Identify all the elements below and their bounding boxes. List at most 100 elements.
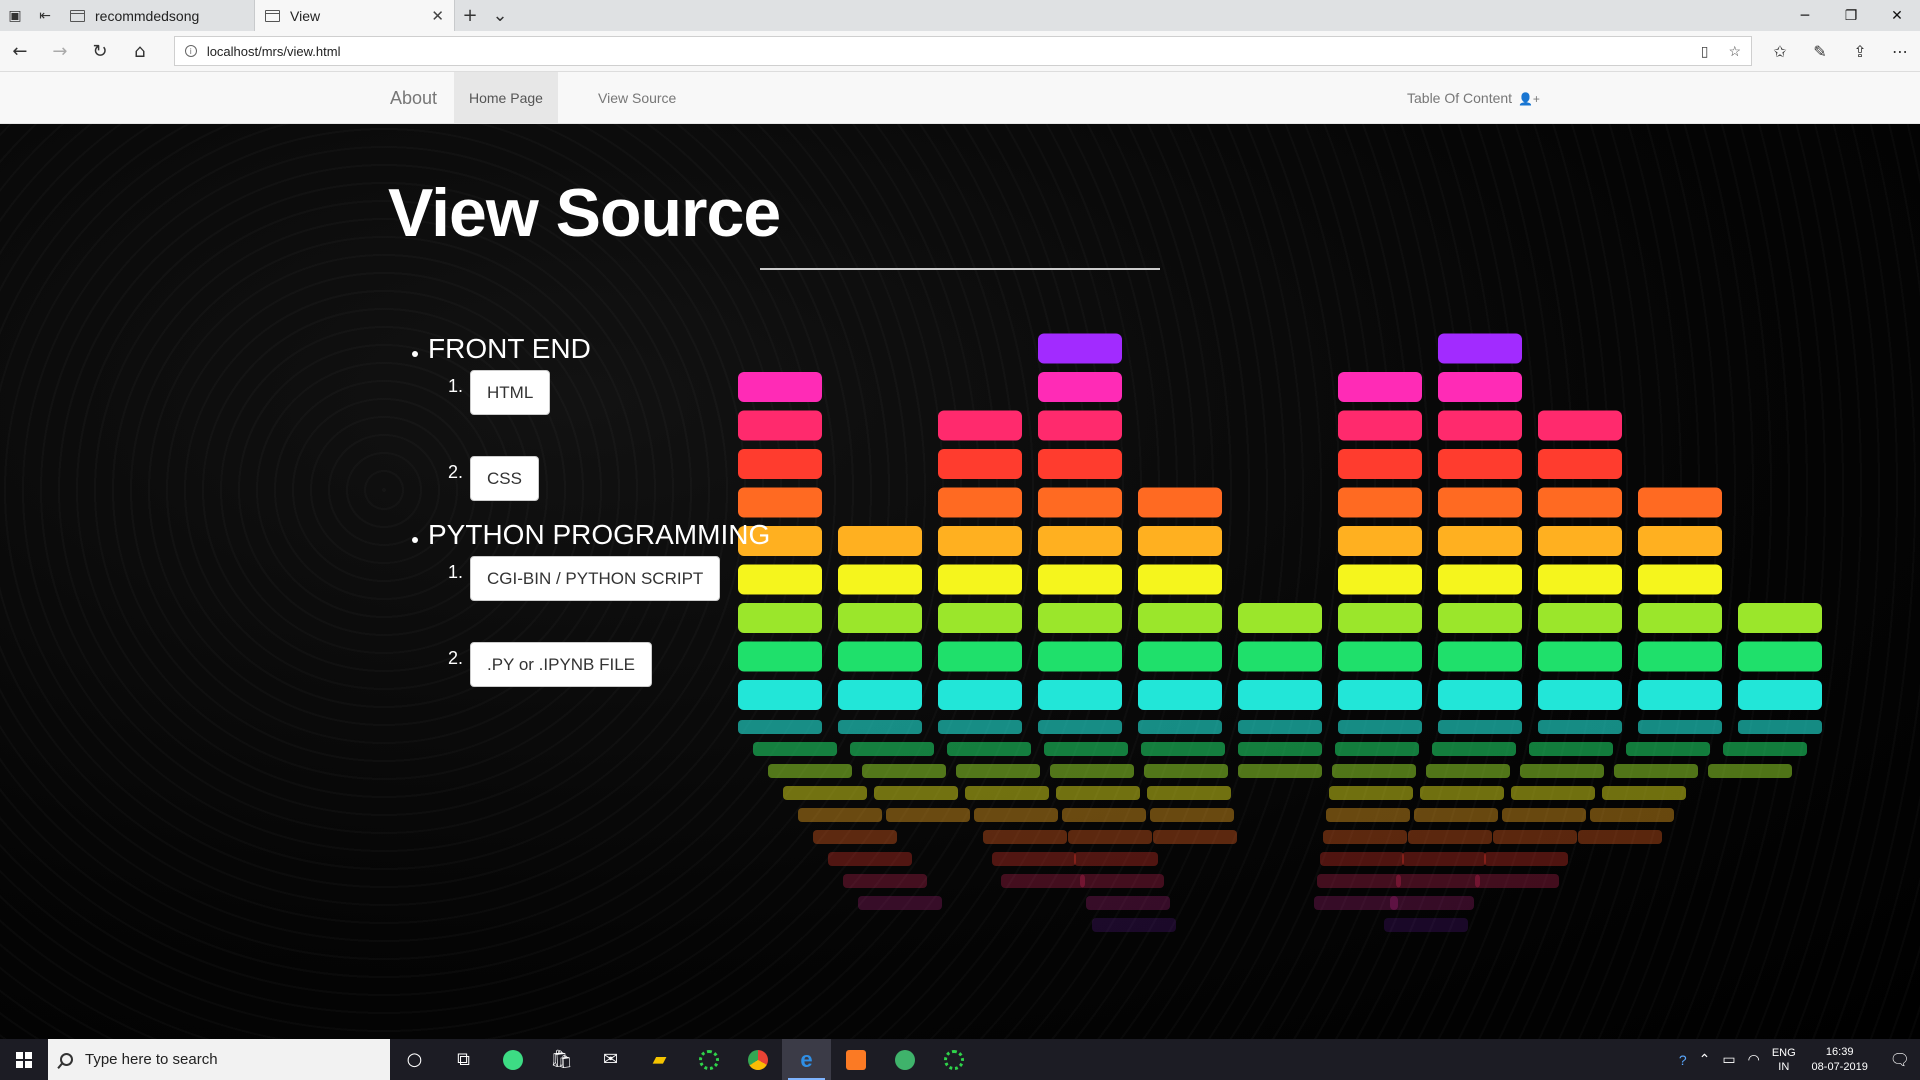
forward-icon[interactable]: → [40, 41, 80, 62]
url-text: localhost/mrs/view.html [206, 43, 341, 59]
close-icon[interactable]: ✕ [1874, 0, 1920, 31]
equalizer-reflection [1484, 852, 1568, 866]
equalizer-reflection [992, 852, 1076, 866]
equalizer-block [1538, 641, 1622, 672]
loader-app-icon-2[interactable] [929, 1039, 978, 1080]
equalizer-reflection [1384, 918, 1468, 932]
brand-link[interactable]: About [390, 72, 437, 124]
start-button[interactable] [0, 1039, 48, 1080]
tab-recommdedsong[interactable]: recommdedsong [60, 0, 255, 31]
equalizer-reflection [1326, 808, 1410, 822]
battery-icon[interactable]: ▭ [1722, 1051, 1735, 1068]
cgi-bin-button[interactable]: CGI-BIN / PYTHON SCRIPT [470, 556, 721, 601]
equalizer-block [1638, 641, 1722, 672]
equalizer-block [1038, 410, 1122, 441]
edge-icon[interactable]: e [782, 1039, 831, 1080]
mail-icon[interactable]: ✉ [586, 1039, 635, 1080]
equalizer-block [838, 641, 922, 672]
equalizer-reflection [1092, 918, 1176, 932]
back-icon[interactable]: ← [0, 41, 40, 62]
chevron-up-icon[interactable]: ⌃ [1699, 1051, 1711, 1068]
clock-time: 16:39 [1825, 1045, 1854, 1058]
reading-view-icon[interactable]: ▯ [1701, 43, 1709, 60]
chrome-icon[interactable] [733, 1039, 782, 1080]
equalizer-block [1638, 564, 1722, 595]
equalizer-block [1138, 526, 1222, 556]
equalizer-reflection [1511, 786, 1595, 800]
url-input[interactable]: i localhost/mrs/view.html ▯ ☆ [173, 36, 1752, 66]
favorite-star-icon[interactable]: ☆ [1728, 43, 1741, 60]
equalizer-block [1538, 564, 1622, 595]
equalizer-reflection [850, 742, 934, 756]
toc-label: Table Of Content [1407, 90, 1513, 106]
pen-icon[interactable]: ✎ [1800, 42, 1840, 61]
equalizer-reflection [1335, 742, 1419, 756]
help-icon[interactable]: ? [1679, 1052, 1687, 1068]
nav-table-of-content[interactable]: Table Of Content 👤+ [1392, 72, 1555, 124]
equalizer-block [1338, 372, 1422, 402]
equalizer-reflection [947, 742, 1031, 756]
taskbar-search[interactable]: Type here to search [48, 1039, 390, 1080]
user-plus-icon: 👤+ [1517, 92, 1540, 106]
equalizer-reflection [1420, 786, 1504, 800]
equalizer-graphic [738, 333, 1822, 932]
language-indicator[interactable]: ENG IN [1772, 1046, 1796, 1074]
refresh-icon[interactable]: ↻ [80, 41, 120, 62]
favorites-icon[interactable]: ✩ [1760, 42, 1800, 61]
equalizer-reflection [874, 786, 958, 800]
chevron-down-icon[interactable]: ⌄ [485, 0, 515, 31]
item-number: 1. [448, 562, 464, 582]
restore-icon[interactable]: ❐ [1828, 0, 1874, 31]
search-icon [60, 1053, 73, 1066]
android-studio-icon[interactable] [488, 1039, 537, 1080]
source-list: FRONT END 1. HTML 2. CSS PYTHON PROGRAMM… [412, 284, 770, 724]
set-tabs-aside-icon[interactable]: ⇤ [30, 0, 60, 31]
tab-title: recommdedsong [95, 7, 200, 24]
equalizer-reflection [1144, 764, 1228, 778]
file-explorer-icon[interactable]: ▰ [635, 1039, 684, 1080]
task-view-icon[interactable]: ⧉ [439, 1039, 488, 1080]
tab-close-icon[interactable]: ✕ [431, 7, 444, 25]
equalizer-reflection [1329, 786, 1413, 800]
css-button[interactable]: CSS [470, 456, 539, 501]
equalizer-reflection [1238, 764, 1322, 778]
equalizer-block [838, 526, 922, 556]
equalizer-reflection [1414, 808, 1498, 822]
notifications-icon[interactable]: 🗨 [1890, 1050, 1910, 1070]
wifi-icon[interactable]: ◠ [1748, 1051, 1760, 1068]
equalizer-reflection [1408, 830, 1492, 844]
equalizer-reflection [1614, 764, 1698, 778]
tab-actions-icon[interactable]: ▣ [0, 0, 30, 31]
info-icon[interactable]: i [184, 45, 197, 57]
minimize-icon[interactable]: ─ [1782, 0, 1828, 31]
section-heading: FRONT END [428, 333, 591, 364]
equalizer-block [1438, 372, 1522, 402]
section-heading: PYTHON PROGRAMMING [428, 519, 771, 550]
lang-bottom: IN [1778, 1060, 1790, 1073]
page-icon [265, 9, 280, 22]
new-tab-icon[interactable]: + [455, 0, 485, 31]
system-tray: ? ⌃ ▭ ◠ ENG IN 16:39 08-07-2019 🗨 [1679, 1045, 1920, 1075]
py-file-button[interactable]: .PY or .IPYNB FILE [470, 642, 653, 687]
clock[interactable]: 16:39 08-07-2019 [1808, 1045, 1872, 1075]
nav-home-page[interactable]: Home Page [454, 72, 558, 124]
xampp-icon[interactable] [831, 1039, 880, 1080]
html-button[interactable]: HTML [470, 370, 551, 415]
equalizer-block [1338, 526, 1422, 556]
equalizer-block [1438, 641, 1522, 672]
tab-view[interactable]: View ✕ [255, 0, 455, 31]
nav-view-source[interactable]: View Source [583, 72, 691, 124]
equalizer-block [1038, 603, 1122, 633]
more-icon[interactable]: ⋯ [1880, 42, 1920, 61]
equalizer-block [1338, 680, 1422, 710]
equalizer-reflection [1708, 764, 1792, 778]
equalizer-block [938, 410, 1022, 441]
share-icon[interactable]: ⇪ [1840, 42, 1880, 61]
store-icon[interactable]: 🛍 [537, 1039, 586, 1080]
home-icon[interactable]: ⌂ [120, 41, 160, 62]
globe-app-icon[interactable] [880, 1039, 929, 1080]
equalizer-block [938, 641, 1022, 672]
equalizer-reflection [843, 874, 927, 888]
cortana-icon[interactable]: ○ [390, 1039, 439, 1080]
loader-app-icon[interactable] [684, 1039, 733, 1080]
